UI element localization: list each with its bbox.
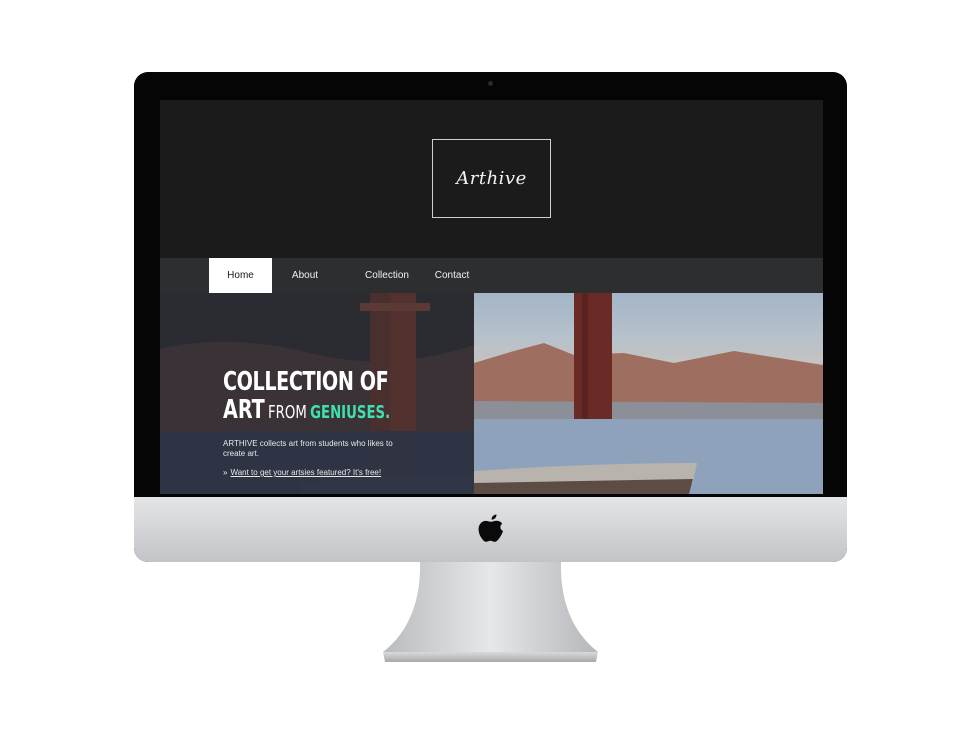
imac-monitor: Arthive Home About Collection Contact CO… xyxy=(134,72,847,562)
nav-item-home[interactable]: Home xyxy=(209,258,272,293)
hero-tagline: ARTHIVE collects art from students who l… xyxy=(223,439,393,458)
site-logo[interactable]: Arthive xyxy=(432,139,551,218)
apple-logo-icon xyxy=(478,514,503,542)
camera-icon xyxy=(488,81,493,86)
headline-line-1: COLLECTION OF xyxy=(223,367,389,397)
hero-right-artwork xyxy=(474,293,823,494)
hero-section: COLLECTION OF ART FROM GENIUSES. ARTHIVE c… xyxy=(160,293,823,494)
nav-item-about[interactable]: About xyxy=(272,258,338,293)
headline-geniuses: GENIUSES. xyxy=(310,402,391,423)
headline-from: FROM xyxy=(268,402,307,423)
main-navbar: Home About Collection Contact xyxy=(160,258,823,293)
headline-line-2: ART FROM GENIUSES. xyxy=(223,397,390,423)
hero-right-panel xyxy=(474,293,823,494)
double-chevron-right-icon: » xyxy=(223,468,228,477)
featured-cta-link[interactable]: » Want to get your artsies featured? It's… xyxy=(223,468,381,477)
hero-headline: COLLECTION OF ART FROM GENIUSES. xyxy=(223,369,427,423)
site-logo-text: Arthive xyxy=(456,168,527,189)
website-screen: Arthive Home About Collection Contact CO… xyxy=(160,100,823,494)
nav-item-contact[interactable]: Contact xyxy=(422,258,482,293)
featured-cta-label: Want to get your artsies featured? It's … xyxy=(230,468,382,477)
headline-art: ART xyxy=(223,395,265,425)
